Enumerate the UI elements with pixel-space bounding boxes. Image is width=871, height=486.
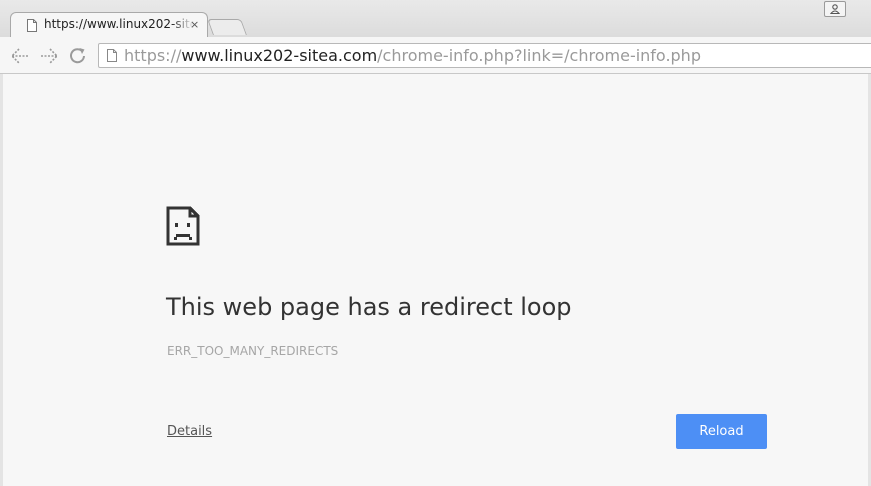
back-arrow-icon[interactable] [9,46,31,66]
address-bar[interactable]: https://www.linux202-sitea.com/chrome-in… [98,43,871,68]
reload-button[interactable]: Reload [676,414,767,449]
profile-icon [830,4,840,14]
tab-close-icon[interactable]: × [190,17,199,33]
url-scheme: https:// [124,46,182,65]
url-path: /chrome-info.php?link=/chrome-info.php [377,46,701,65]
browser-tab[interactable]: https://www.linux202-sitea.com/chrome-in… [10,12,208,38]
error-code: ERR_TOO_MANY_REDIRECTS [167,344,339,358]
toolbar: https://www.linux202-sitea.com/chrome-in… [0,37,871,74]
page-icon [107,49,117,62]
page-icon [27,19,37,32]
reload-icon[interactable] [67,46,89,66]
sad-page-icon [166,206,200,246]
forward-arrow-icon[interactable] [38,46,60,66]
tab-strip: https://www.linux202-sitea.com/chrome-in… [0,0,871,38]
new-tab-button[interactable] [207,19,247,35]
profile-button[interactable] [824,1,846,17]
error-heading: This web page has a redirect loop [166,293,572,321]
url-text: https://www.linux202-sitea.com/chrome-in… [124,45,701,67]
url-host: www.linux202-sitea.com [181,46,378,65]
tab-title: https://www.linux202-sitea.com/chrome-in… [44,17,194,31]
details-link[interactable]: Details [167,424,212,439]
window-left-edge [0,74,3,486]
